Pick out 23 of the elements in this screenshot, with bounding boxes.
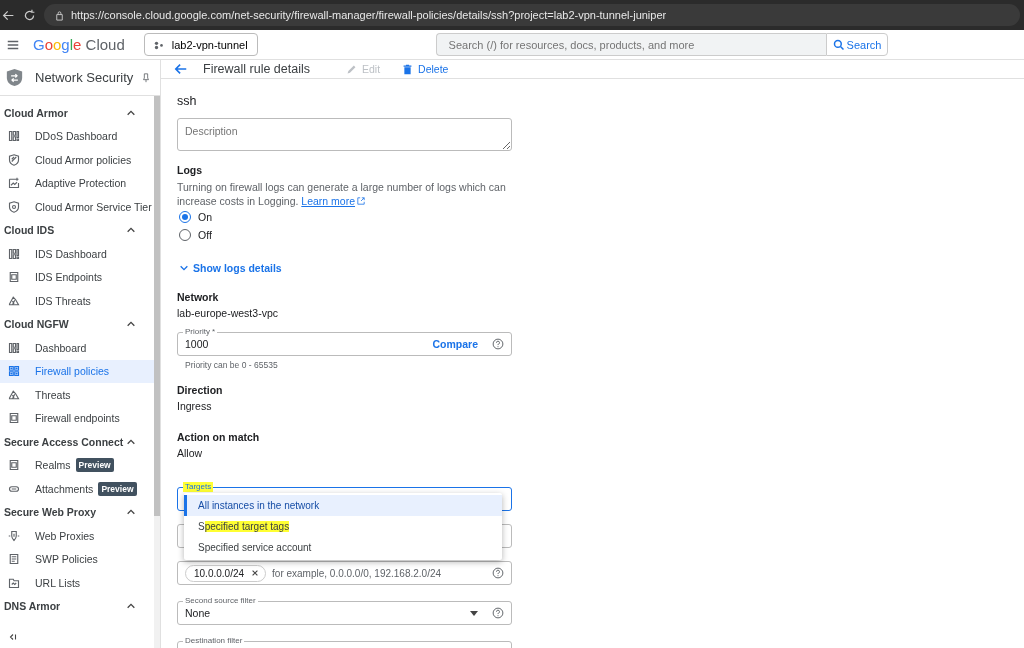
field-value: Allow: [177, 447, 204, 459]
field-value: lab-europe-west3-vpc: [177, 307, 279, 319]
radio-label: Off: [198, 229, 212, 241]
field-value: None: [185, 607, 212, 619]
radio-label: On: [198, 211, 212, 223]
preview-badge: Preview: [98, 481, 137, 496]
preview-badge: Preview: [75, 458, 114, 473]
floating-label: Destination filter: [183, 636, 245, 646]
field-value: Ingress: [177, 400, 213, 412]
placeholder-text: for example, 0.0.0.0/0, 192.168.2.0/24: [272, 567, 442, 579]
field-label: Direction: [177, 384, 224, 396]
rule-name: ssh: [177, 94, 198, 108]
field-label: Logs: [177, 164, 204, 176]
field-label: Action on match: [177, 431, 261, 443]
logs-help-text: Turning on firewall logs can generate a large number of logs which can increase costs in Logging. Learn more: [177, 180, 507, 208]
product-title: Network Security: [35, 70, 134, 85]
page-title: Firewall rule details: [203, 62, 310, 76]
floating-label: Targets: [183, 482, 214, 492]
floating-label: Priority *: [183, 327, 218, 337]
field-value: 1000: [185, 338, 210, 350]
field-label: Network: [177, 291, 220, 303]
floating-label: Second source filter: [183, 596, 258, 606]
field-hint: Priority can be 0 - 65535: [185, 360, 279, 370]
